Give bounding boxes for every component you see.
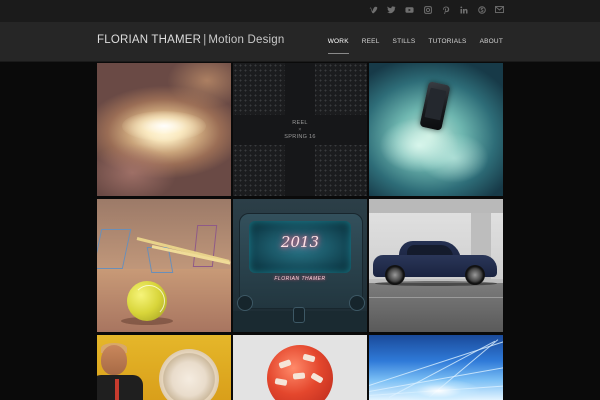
portfolio-tile-reel[interactable]: REEL × SPRING 16 bbox=[233, 63, 367, 196]
pinterest-icon[interactable] bbox=[441, 5, 450, 14]
nav-item-work[interactable]: WORK bbox=[327, 38, 349, 54]
person-shirt bbox=[97, 375, 143, 400]
portfolio-tile-car[interactable] bbox=[369, 199, 503, 332]
shirt-stripe bbox=[115, 379, 119, 400]
ball-seam bbox=[133, 285, 165, 317]
brand-tagline: Motion Design bbox=[208, 34, 285, 46]
email-icon[interactable] bbox=[495, 5, 504, 14]
phone-image bbox=[419, 81, 451, 131]
panel-knob bbox=[349, 295, 365, 311]
nebula-cloud bbox=[167, 63, 231, 108]
nav-item-about[interactable]: ABOUT bbox=[480, 38, 503, 45]
car-wheel bbox=[385, 265, 405, 285]
neon-title: 2013 bbox=[280, 233, 320, 251]
gear-wheel bbox=[159, 349, 219, 400]
ball-sticker bbox=[302, 353, 316, 363]
site-logo[interactable]: FLORIAN THAMER | Motion Design bbox=[97, 34, 284, 46]
portfolio-tile-neon-sign[interactable]: 2013 FLORIAN THAMER bbox=[233, 199, 367, 332]
portfolio-tile-tennis[interactable] bbox=[97, 199, 231, 332]
car-wheel bbox=[465, 265, 485, 285]
portfolio-tile-blue-light[interactable] bbox=[369, 335, 503, 400]
ball-sticker bbox=[292, 372, 306, 380]
ball-sticker bbox=[278, 359, 292, 369]
skype-icon[interactable] bbox=[477, 5, 486, 14]
reel-separator: × bbox=[298, 127, 302, 133]
nav-item-tutorials[interactable]: TUTORIALS bbox=[428, 38, 466, 45]
floor-line bbox=[369, 297, 503, 298]
reel-subtitle: SPRING 16 bbox=[284, 134, 316, 140]
smoke-cloud bbox=[419, 133, 489, 183]
twitter-icon[interactable] bbox=[387, 5, 396, 14]
light-flare bbox=[399, 379, 479, 400]
top-bar bbox=[0, 0, 600, 23]
portfolio-tile-red-ball[interactable] bbox=[233, 335, 367, 400]
neon-subtitle: FLORIAN THAMER bbox=[274, 276, 326, 282]
nav-item-reel[interactable]: REEL bbox=[362, 38, 380, 45]
linkedin-icon[interactable] bbox=[459, 5, 468, 14]
nebula-cloud bbox=[97, 143, 177, 196]
reel-title: REEL bbox=[292, 120, 308, 126]
tennis-ball bbox=[127, 281, 167, 321]
ball-sticker bbox=[274, 378, 288, 386]
panel-knob bbox=[237, 295, 253, 311]
instagram-icon[interactable] bbox=[423, 5, 432, 14]
person-head bbox=[101, 345, 127, 375]
garage-ceiling bbox=[369, 199, 503, 213]
site-header: FLORIAN THAMER | Motion Design WORK REEL S… bbox=[0, 23, 600, 62]
garage-floor bbox=[369, 283, 503, 332]
portfolio-tile-phone[interactable] bbox=[369, 63, 503, 196]
portfolio-tile-mechanic[interactable] bbox=[97, 335, 231, 400]
portfolio-grid: REEL × SPRING 16 2013 FLORIAN THAMER bbox=[97, 63, 503, 400]
brand-name: FLORIAN THAMER bbox=[97, 34, 202, 46]
vimeo-icon[interactable] bbox=[369, 5, 378, 14]
main-nav: WORK REEL STILLS TUTORIALS ABOUT bbox=[327, 38, 503, 54]
phone-screen bbox=[424, 87, 447, 121]
nav-item-stills[interactable]: STILLS bbox=[393, 38, 416, 45]
panel-knob bbox=[293, 307, 305, 323]
red-ball bbox=[267, 345, 333, 400]
nebula-glow bbox=[122, 111, 206, 141]
brand-separator: | bbox=[203, 34, 207, 46]
ball-sticker bbox=[310, 372, 324, 384]
youtube-icon[interactable] bbox=[405, 5, 414, 14]
social-links bbox=[369, 5, 504, 14]
portfolio-tile-nebula[interactable] bbox=[97, 63, 231, 196]
